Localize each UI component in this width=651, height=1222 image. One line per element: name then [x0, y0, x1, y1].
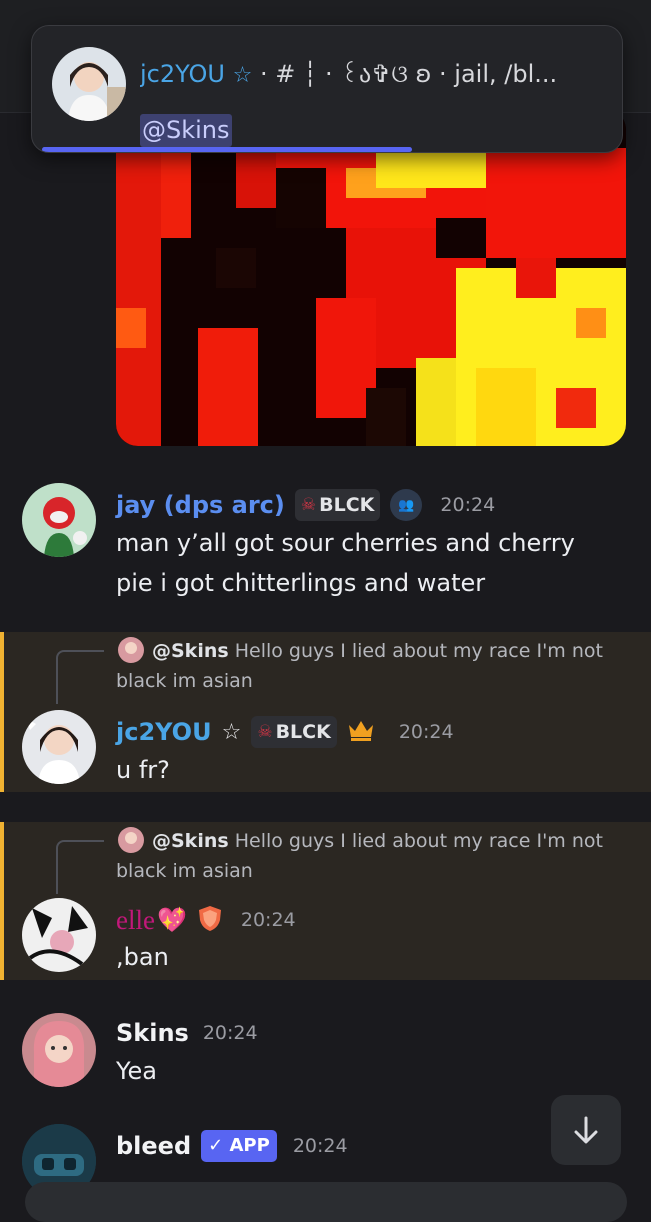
server-tag-label: BLCK	[275, 721, 331, 743]
skull-icon: ☠	[300, 495, 317, 515]
username[interactable]: elle	[116, 905, 155, 936]
server-tag[interactable]: ☠ BLCK	[294, 489, 381, 521]
mention-highlight-bar	[0, 632, 4, 792]
message-text: Yea	[116, 1057, 157, 1085]
username[interactable]: Skins	[116, 1019, 189, 1047]
message-notification[interactable]: jc2YOU ☆ · # ┆ · ꒰ა✞ଓ ʚ · jail, /bl... @…	[31, 25, 623, 153]
message-text: ,ban	[116, 943, 169, 971]
notification-mention: @Skins	[140, 114, 232, 147]
timestamp: 20:24	[202, 1022, 258, 1044]
notification-author: jc2YOU	[140, 60, 225, 88]
people-icon: 👥	[390, 489, 423, 521]
jay-avatar[interactable]	[22, 483, 96, 557]
skull-icon: ☠	[257, 722, 273, 742]
message-composer[interactable]	[25, 1182, 627, 1222]
mention-highlight-bar	[0, 822, 4, 980]
message-item[interactable]: Skins 20:24 Yea	[0, 1005, 651, 1105]
jc2you-avatar[interactable]	[22, 710, 96, 784]
reply-connector	[56, 650, 104, 704]
timestamp: 20:24	[292, 1135, 348, 1157]
jc2you-avatar	[52, 47, 126, 121]
star-icon: ☆	[232, 63, 253, 88]
notification-header: jc2YOU ☆ · # ┆ · ꒰ა✞ଓ ʚ · jail, /bl...	[140, 56, 610, 88]
shield-icon	[197, 904, 223, 936]
crown-icon	[347, 719, 375, 745]
message-image-attachment[interactable]	[116, 108, 626, 446]
username[interactable]: jay (dps arc)	[116, 491, 285, 519]
timestamp: 20:24	[240, 909, 296, 931]
notification-progress-bar	[42, 147, 412, 152]
username[interactable]: jc2YOU	[116, 718, 212, 746]
app-badge: ✓ APP	[201, 1130, 277, 1162]
arrow-down-icon	[574, 1116, 598, 1144]
sparkle-heart-emoji: 💖	[156, 906, 187, 934]
server-tag-label: BLCK	[319, 494, 375, 516]
jump-to-present-button[interactable]	[551, 1095, 621, 1165]
timestamp: 20:24	[440, 494, 496, 516]
reply-preview[interactable]: @Skins Hello guys I lied about my race I…	[116, 636, 616, 696]
elle-avatar[interactable]	[22, 898, 96, 972]
notification-channel: · # ┆ · ꒰ა✞ଓ ʚ · jail, /bl...	[252, 60, 558, 88]
skins-avatar[interactable]	[22, 1013, 96, 1087]
reply-username: @Skins	[152, 830, 229, 852]
star-icon: ☆	[221, 719, 242, 745]
username[interactable]: bleed	[116, 1132, 191, 1160]
message-text: man y’all got sour cherries and cherry p…	[116, 529, 575, 597]
message-item[interactable]: jay (dps arc) ☠ BLCK 👥 20:24 man y’all g…	[0, 475, 651, 615]
reply-username: @Skins	[152, 640, 229, 662]
message-item-mention[interactable]: @Skins Hello guys I lied about my race I…	[0, 822, 651, 980]
message-item-mention[interactable]: @Skins Hello guys I lied about my race I…	[0, 632, 651, 792]
reply-connector	[56, 840, 104, 894]
server-tag[interactable]: ☠ BLCK	[251, 716, 337, 748]
message-text: u fr?	[116, 756, 170, 784]
timestamp: 20:24	[398, 721, 454, 743]
reply-preview[interactable]: @Skins Hello guys I lied about my race I…	[116, 826, 616, 886]
